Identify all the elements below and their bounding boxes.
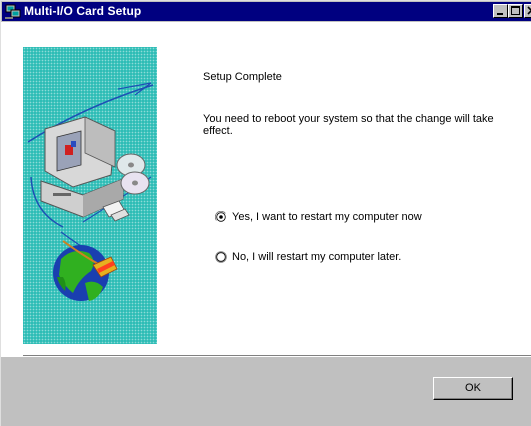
close-icon xyxy=(527,6,531,15)
title-bar[interactable]: Multi-I/O Card Setup xyxy=(2,2,531,21)
setup-window: Multi-I/O Card Setup Setup Complete You … xyxy=(0,0,531,426)
reboot-message: You need to reboot your system so that t… xyxy=(203,113,494,137)
maximize-button[interactable] xyxy=(508,4,523,18)
maximize-icon xyxy=(511,6,520,15)
minimize-button[interactable] xyxy=(493,4,508,18)
restart-later-label: No, I will restart my computer later. xyxy=(232,251,402,263)
close-button[interactable] xyxy=(524,4,531,18)
setup-illustration xyxy=(23,47,157,344)
separator-line xyxy=(23,355,531,357)
radio-selected-icon[interactable] xyxy=(214,210,228,224)
window-title: Multi-I/O Card Setup xyxy=(24,4,142,18)
app-icon xyxy=(5,4,21,19)
radio-unselected-icon[interactable] xyxy=(215,251,227,263)
setup-complete-heading: Setup Complete xyxy=(203,71,282,83)
minimize-icon xyxy=(497,13,503,15)
restart-now-label: Yes, I want to restart my computer now xyxy=(232,211,422,223)
ok-button[interactable]: OK xyxy=(433,377,513,400)
